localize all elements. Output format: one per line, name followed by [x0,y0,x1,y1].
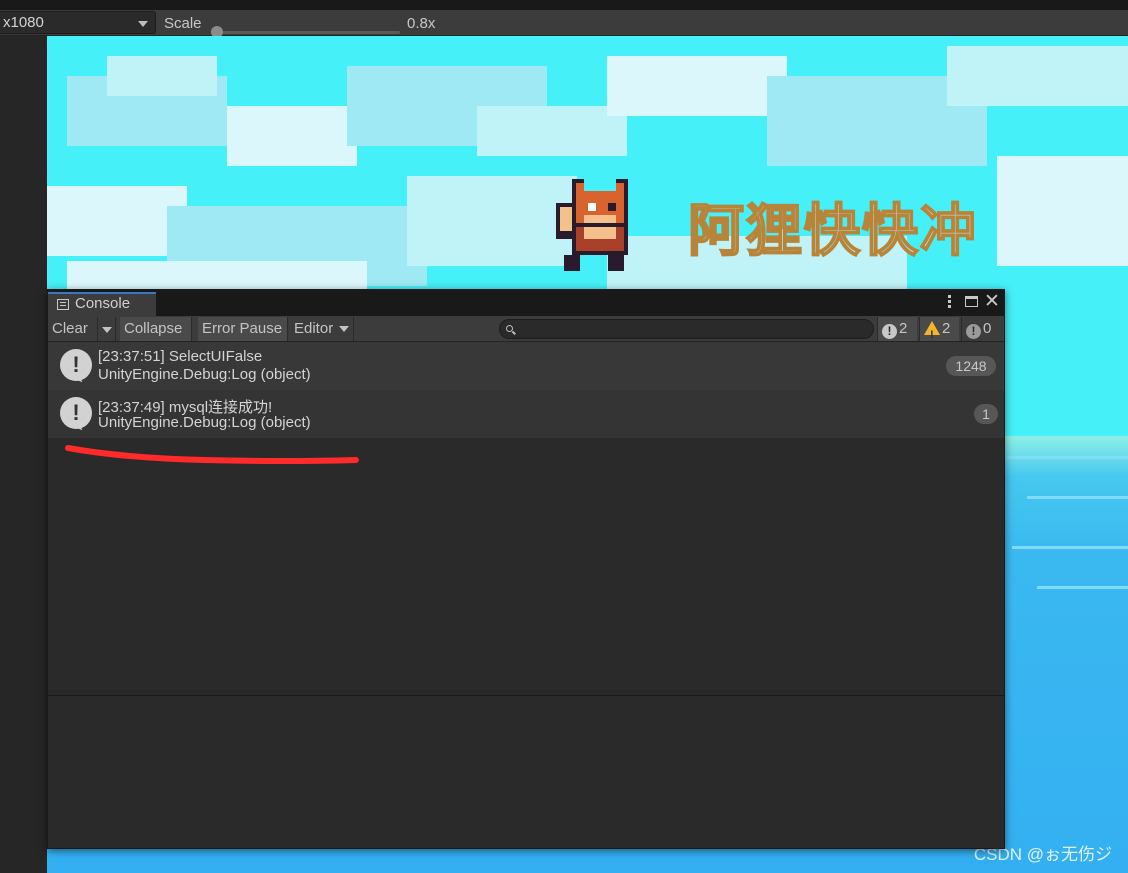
cloud [47,186,187,256]
detail-pane-divider[interactable] [48,695,1004,696]
cloud [67,261,367,289]
search-input[interactable] [499,319,874,339]
tab-console[interactable]: Console [48,292,156,316]
warning-count: 2 [942,320,951,337]
left-panel-gutter [0,36,47,873]
error-count: 0 [983,320,992,337]
maximize-icon[interactable] [965,296,978,307]
cloud [107,56,217,96]
collapse-toggle[interactable]: Collapse [120,317,192,341]
chevron-down-icon [339,326,349,332]
wave [1037,586,1128,589]
scale-label: Scale [164,15,202,32]
info-filter-toggle[interactable]: ! 2 [877,317,917,341]
resolution-label: x1080 [3,14,44,31]
scale-value: 0.8x [407,15,436,32]
wave [1027,496,1128,499]
search-icon [506,325,513,332]
log-entry[interactable]: ! [23:37:51] SelectUIFalse UnityEngine.D… [48,342,1004,390]
cloud [227,106,357,166]
info-message-icon: ! [60,397,92,429]
warning-filter-toggle[interactable]: ! 2 [919,317,959,341]
warning-icon: ! [924,321,940,341]
scale-slider-track[interactable] [214,31,400,34]
info-count: 2 [899,320,908,337]
tab-console-label: Console [75,295,131,312]
console-header: Console ✕ [48,290,1004,316]
red-underline-annotation [65,445,359,464]
game-view-toolbar: x1080 Scale 0.8x [0,10,1128,38]
log-message: [23:37:51] SelectUIFalse [98,348,263,365]
info-icon: ! [882,324,897,339]
console-window: Console ✕ Clear Collapse Error Pause Edi… [47,289,1005,849]
info-message-icon: ! [60,349,92,381]
clear-options-dropdown[interactable] [98,317,116,341]
cloud [607,56,787,116]
cloud [477,106,627,156]
wave [1012,546,1128,549]
close-icon[interactable]: ✕ [984,292,1000,311]
error-pause-toggle[interactable]: Error Pause [198,317,288,341]
unity-editor: x1080 Scale 0.8x 阿狸快快冲 CSDN @ぉ无伤ジ Consol… [0,0,1128,873]
editor-dropdown[interactable]: Editor [290,317,354,341]
editor-dropdown-label: Editor [294,320,334,337]
error-icon: ! [966,324,981,339]
wave [1007,456,1128,459]
title-strip [0,0,1128,10]
more-options-icon[interactable] [946,294,952,312]
console-icon [57,299,69,310]
clear-button[interactable]: Clear [48,317,98,341]
console-toolbar: Clear Collapse Error Pause Editor ! 2 ! 2 … [48,316,1004,342]
cloud [997,156,1128,266]
log-entry[interactable]: ! [23:37:49] mysql连接成功! UnityEngine.Debu… [48,390,1004,438]
game-title: 阿狸快快冲 [687,198,978,265]
log-stacktrace: UnityEngine.Debug:Log (object) [98,414,311,431]
chevron-down-icon [138,21,148,27]
log-stacktrace: UnityEngine.Debug:Log (object) [98,366,311,383]
fox-sprite [556,179,628,271]
log-count-badge: 1248 [946,356,996,376]
error-filter-toggle[interactable]: ! 0 [961,317,1003,341]
log-count-badge: 1 [974,404,998,424]
cloud [947,46,1128,106]
resolution-dropdown[interactable]: x1080 [0,11,156,34]
